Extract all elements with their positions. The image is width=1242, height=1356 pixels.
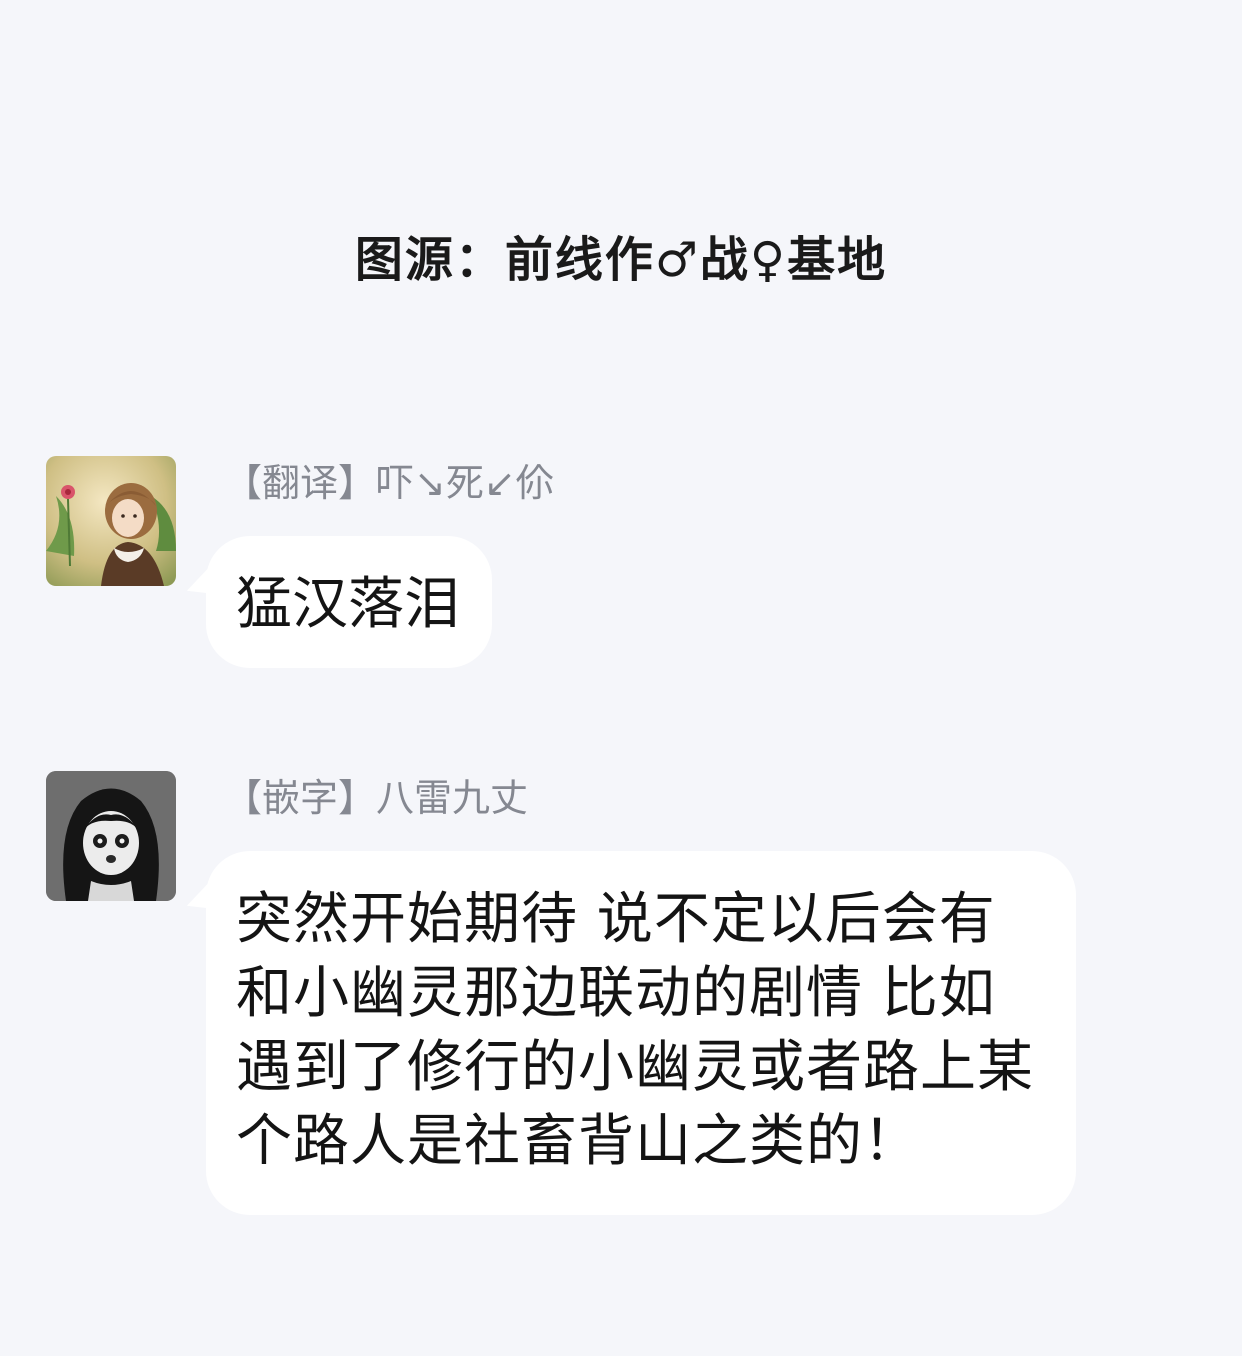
message-bubble[interactable]: 猛汉落泪 (206, 536, 492, 668)
sender-name: 【翻译】吓↘死↙伱 (224, 461, 554, 505)
girl-with-flowers-avatar-icon[interactable] (46, 456, 176, 586)
source-caption: 图源：前线作♂战♀基地 (354, 232, 888, 288)
message-bubble[interactable]: 突然开始期待 说不定以后会有和小幽灵那边联动的剧情 比如遇到了修行的小幽灵或者路… (206, 851, 1076, 1215)
dark-haired-ghost-girl-avatar-icon[interactable] (46, 771, 176, 901)
sender-name: 【嵌字】八雷九丈 (224, 776, 529, 820)
